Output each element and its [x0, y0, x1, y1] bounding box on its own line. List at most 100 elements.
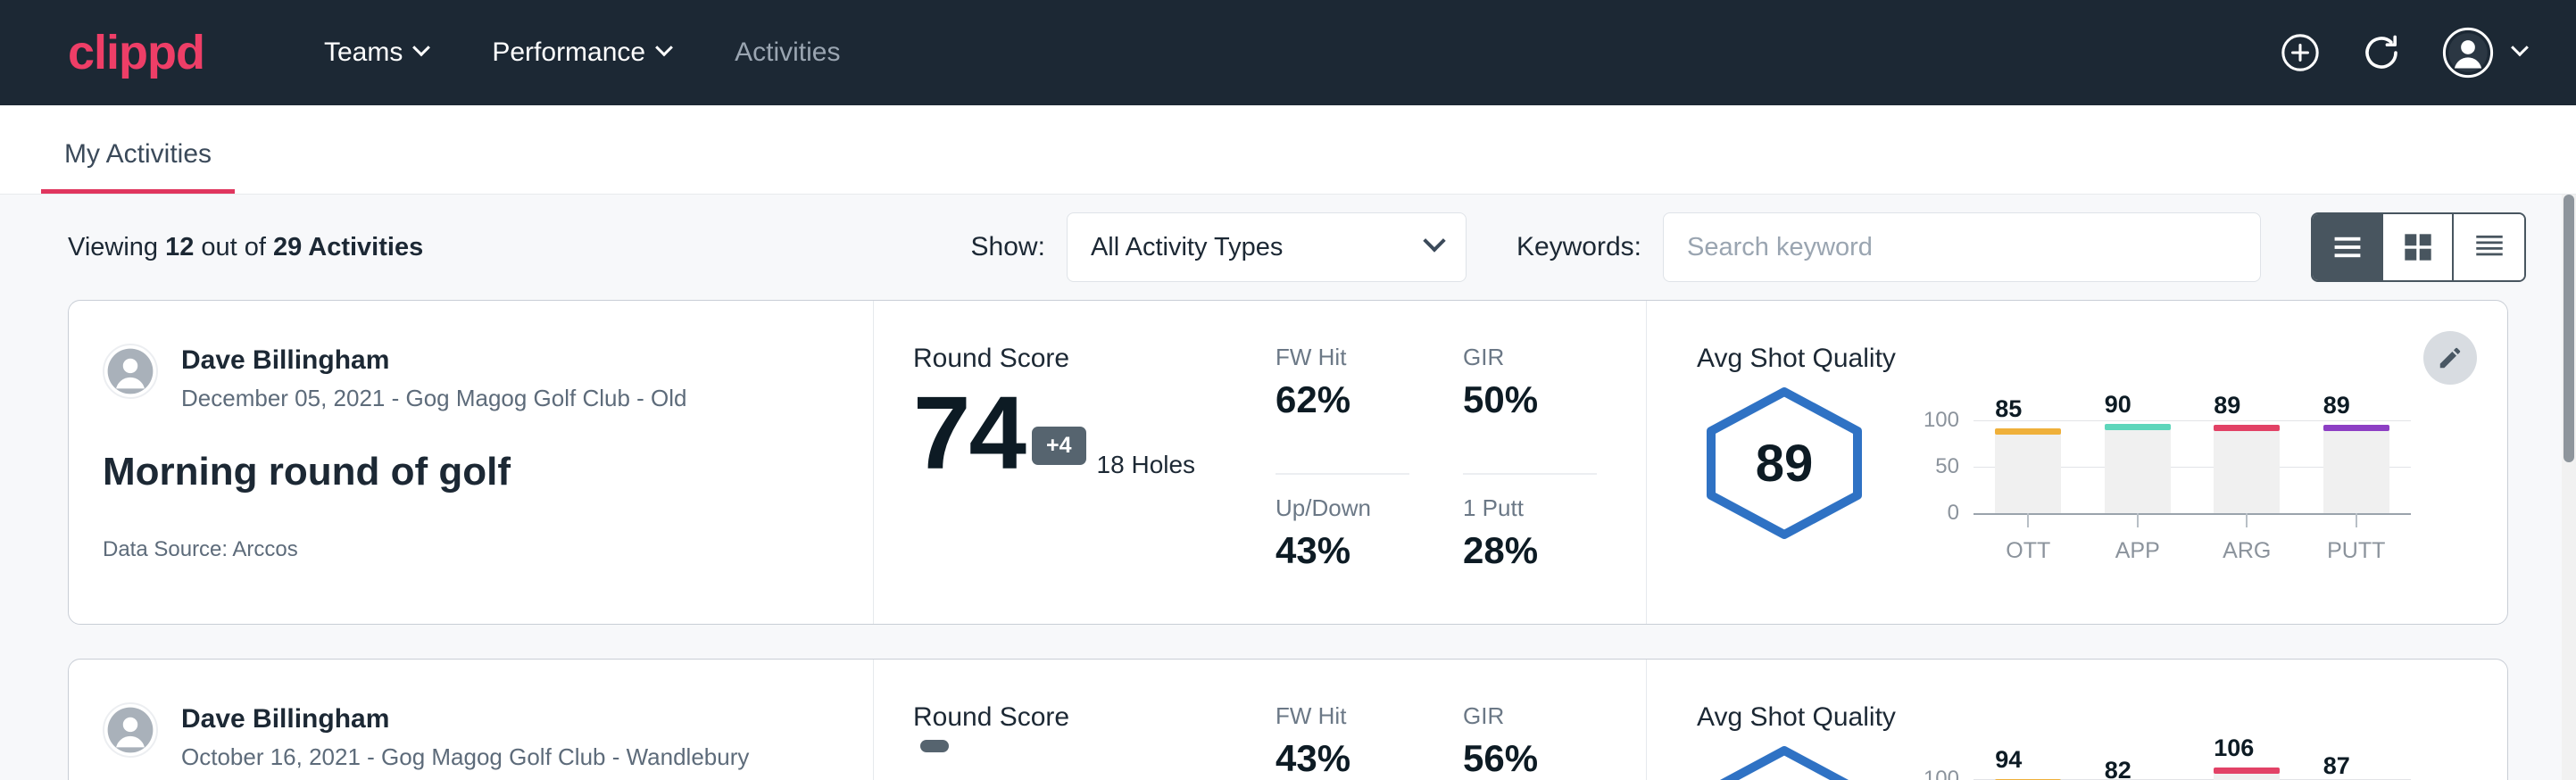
chart-bar-column: 82 [2083, 765, 2193, 780]
stat-gir: GIR 50% [1463, 344, 1597, 475]
activity-card[interactable]: Dave Billingham October 16, 2021 - Gog M… [68, 659, 2508, 780]
grid-view-button[interactable] [2383, 214, 2454, 280]
stat-one-putt-label: 1 Putt [1463, 494, 1597, 522]
round-score-row [913, 740, 1270, 772]
round-score-block: Round Score 74 +4 18 Holes [913, 344, 1270, 624]
activity-meta: October 16, 2021 - Gog Magog Golf Club -… [181, 743, 749, 771]
avg-shot-quality-section: Avg Shot Quality 050100948210687 OTTAPPA… [1647, 660, 2507, 780]
stat-fw-hit-value: 62% [1276, 378, 1409, 421]
chart-plot-area-0: 05010085908989 [1974, 406, 2411, 513]
holes-count: 18 Holes [1097, 451, 1196, 485]
avg-shot-quality-label: Avg Shot Quality [1697, 344, 2507, 374]
player-name: Dave Billingham [181, 344, 687, 378]
activity-summary: Dave Billingham October 16, 2021 - Gog M… [69, 660, 874, 780]
edit-activity-button[interactable] [2423, 331, 2477, 385]
user-menu-button[interactable] [2442, 27, 2526, 79]
avg-shot-quality-body: 050100948210687 OTTAPPARGPUTT [1697, 742, 2507, 780]
score-badge-column: +4 [1032, 427, 1086, 485]
activity-author: Dave Billingham December 05, 2021 - Gog … [103, 344, 873, 412]
stat-up-down: Up/Down 43% [1276, 494, 1409, 624]
shot-quality-bar-chart: 05010085908989 OTTAPPARGPUTT [1918, 383, 2418, 561]
chart-y-tick-label: 100 [1924, 767, 1959, 780]
chart-bar: 89 [2214, 430, 2280, 513]
pencil-icon [2437, 344, 2464, 371]
avg-shot-quality-hexagon [1697, 742, 1893, 780]
chart-bar: 85 [1995, 434, 2061, 513]
activity-summary: Dave Billingham December 05, 2021 - Gog … [69, 301, 874, 624]
view-mode-toggle-group [2311, 212, 2526, 282]
chart-bar-column: 89 [2192, 406, 2302, 513]
avg-shot-quality-value: 89 [1697, 383, 1872, 544]
chart-bar-cap [2214, 768, 2280, 774]
avatar-icon [104, 704, 156, 756]
stat-fw-hit-label: FW Hit [1276, 702, 1409, 730]
page-scrollbar[interactable] [2562, 195, 2576, 780]
activity-type-select[interactable]: All Activity Types [1067, 212, 1467, 282]
stat-gir-value: 56% [1463, 737, 1597, 780]
chart-bar-value-label: 90 [2105, 391, 2131, 419]
filter-bar: Viewing 12 out of 29 Activities Show: Al… [0, 195, 2576, 300]
chart-bars: 948210687 [1974, 765, 2411, 780]
chart-bar-value-label: 94 [1995, 746, 2022, 774]
round-score-label: Round Score [913, 702, 1270, 733]
chart-bar-cap [1995, 428, 2061, 435]
round-score-label: Round Score [913, 344, 1270, 374]
activity-author: Dave Billingham October 16, 2021 - Gog M… [103, 702, 873, 771]
viewing-count-text: Viewing 12 out of 29 Activities [68, 233, 423, 262]
list-view-button[interactable] [2313, 214, 2383, 280]
chart-bar-value-label: 89 [2323, 392, 2350, 419]
detail-view-button[interactable] [2454, 214, 2524, 280]
author-text: Dave Billingham October 16, 2021 - Gog M… [181, 702, 749, 771]
chart-x-axis-0: OTTAPPARGPUTT [1974, 513, 2411, 564]
chart-bar: 106 [2214, 773, 2280, 780]
chart-plot-area-1: 050100948210687 [1974, 765, 2411, 780]
round-stats-grid: FW Hit 43% GIR 56% [1276, 702, 1597, 780]
shot-quality-bar-chart: 050100948210687 OTTAPPARGPUTT [1918, 742, 2418, 780]
show-label: Show: [971, 232, 1045, 262]
chart-bar-value-label: 82 [2105, 757, 2131, 780]
activity-card[interactable]: Dave Billingham December 05, 2021 - Gog … [68, 300, 2508, 625]
tab-my-activities-label: My Activities [64, 139, 212, 169]
primary-nav: Teams Performance Activities [292, 37, 872, 68]
chart-bar-column: 106 [2192, 765, 2302, 780]
chart-bars: 85 90 89 89 [1974, 406, 2411, 513]
round-score-value: 74 [913, 381, 1025, 485]
page-scrollbar-thumb[interactable] [2564, 195, 2574, 462]
stat-gir-label: GIR [1463, 702, 1597, 730]
activity-type-select-value: All Activity Types [1091, 233, 1283, 262]
chart-bar-column: 89 [2302, 406, 2412, 513]
stat-fw-hit: FW Hit 62% [1276, 344, 1409, 475]
viewing-count: 12 [165, 233, 194, 261]
stat-fw-hit-value: 43% [1276, 737, 1409, 780]
activity-meta: December 05, 2021 - Gog Magog Golf Club … [181, 385, 687, 412]
chart-bar: 90 [2105, 429, 2171, 513]
activity-list: Dave Billingham December 05, 2021 - Gog … [0, 300, 2576, 780]
add-activity-button[interactable] [2280, 32, 2321, 73]
round-score-block: Round Score [913, 702, 1270, 780]
nav-item-teams[interactable]: Teams [292, 37, 460, 68]
top-navigation-bar: clippd Teams Performance Activities [0, 0, 2576, 105]
chart-bar-column: 85 [1974, 406, 2083, 513]
nav-item-performance[interactable]: Performance [460, 37, 702, 68]
refresh-button[interactable] [2360, 31, 2403, 74]
stat-gir-label: GIR [1463, 344, 1597, 371]
avatar [103, 702, 158, 758]
chart-bar-value-label: 85 [1995, 395, 2022, 423]
stat-fw-hit: FW Hit 43% [1276, 702, 1409, 780]
plus-circle-icon [2280, 32, 2321, 73]
search-input[interactable] [1663, 212, 2261, 282]
app-logo[interactable]: clippd [68, 29, 204, 77]
tab-my-activities[interactable]: My Activities [41, 139, 235, 194]
round-score-section: Round Score 74 +4 18 Holes FW Hit 62% GI… [874, 301, 1647, 624]
chart-bar-column: 94 [1974, 765, 2083, 780]
stat-one-putt: 1 Putt 28% [1463, 494, 1597, 624]
activity-title: Morning round of golf [103, 450, 873, 494]
chart-bar-cap [2105, 424, 2171, 430]
chart-y-tick-label: 0 [1948, 501, 1959, 526]
chart-bar-value-label: 106 [2214, 734, 2254, 762]
nav-item-activities[interactable]: Activities [702, 37, 872, 68]
activity-data-source: Data Source: Arccos [103, 537, 873, 562]
nav-item-teams-label: Teams [324, 37, 403, 68]
filter-controls: Show: All Activity Types Keywords: [971, 212, 2526, 282]
stat-gir-value: 50% [1463, 378, 1597, 421]
